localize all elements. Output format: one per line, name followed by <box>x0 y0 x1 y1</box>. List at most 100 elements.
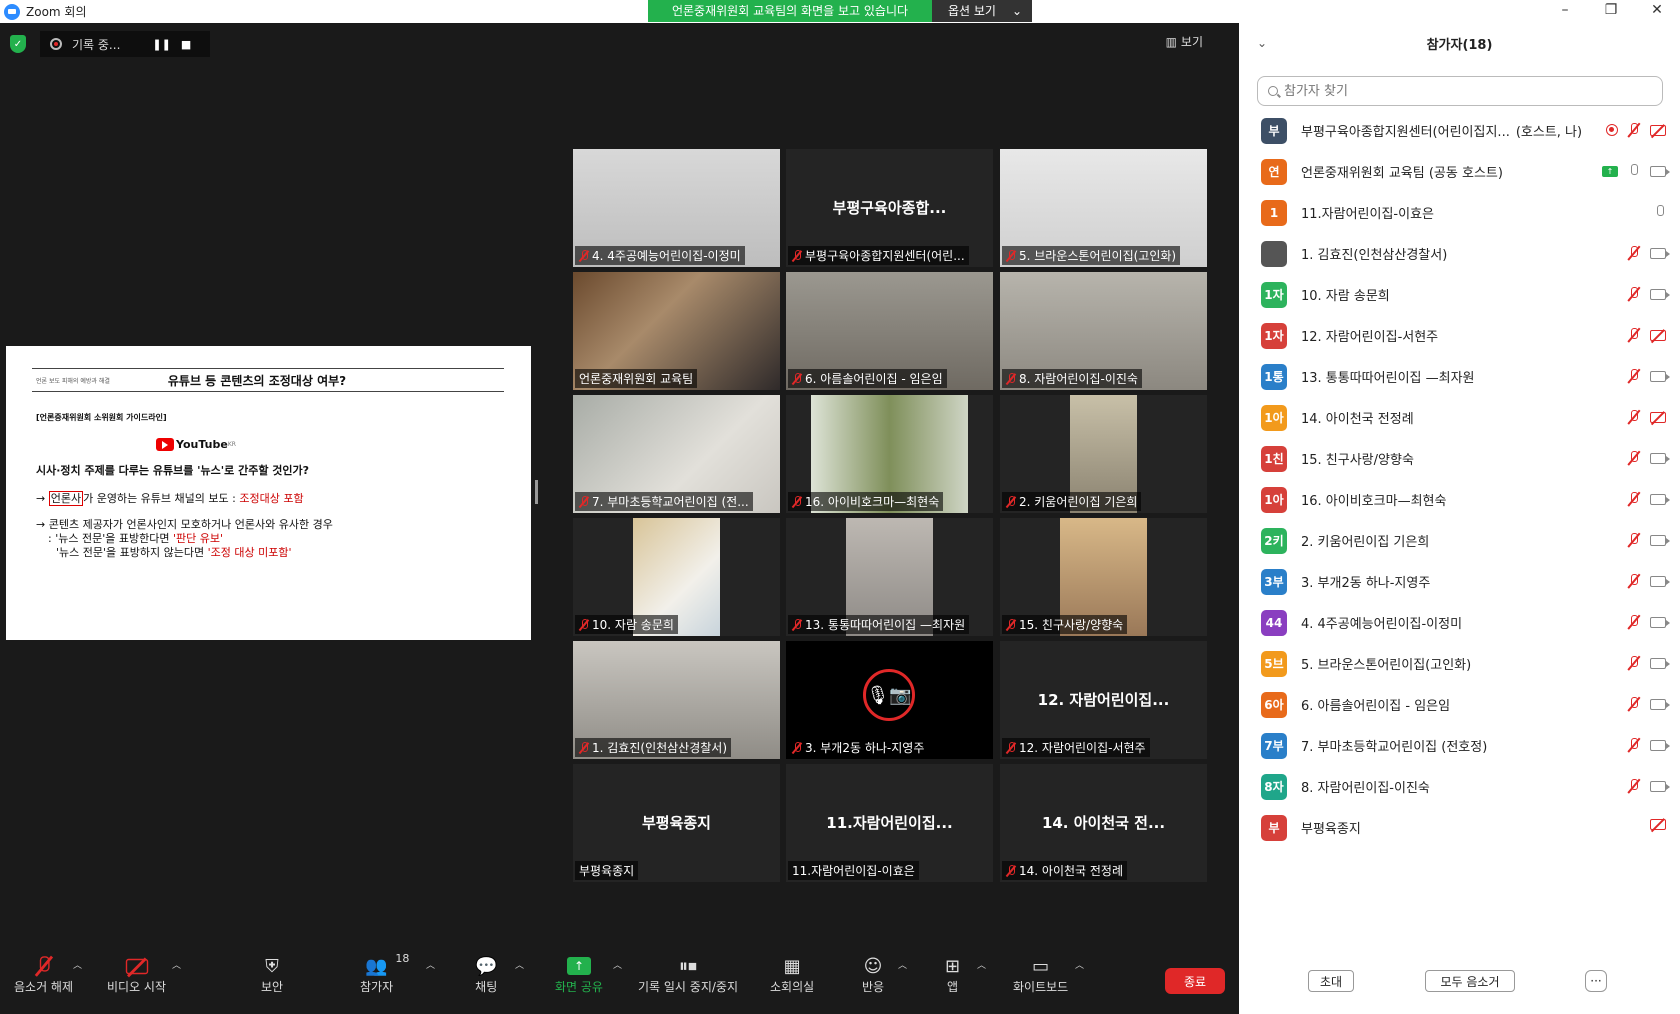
video-tile[interactable]: 🎙📷 3. 부개2동 하나-지영주 <box>786 641 993 759</box>
video-tile[interactable]: 10. 자람 송문희 <box>573 518 780 636</box>
end-meeting-button[interactable]: 종료 <box>1165 968 1225 994</box>
participant-row[interactable]: 1 11.자람어린이집-이효은 <box>1239 192 1680 233</box>
video-tile[interactable]: 1. 김효진(인천삼산경찰서) <box>573 641 780 759</box>
pause-recording-button[interactable]: ❚❚ <box>152 38 170 51</box>
video-options-caret[interactable]: ︿ <box>172 958 181 971</box>
participant-row[interactable]: 1자 10. 자람 송문희 <box>1239 274 1680 315</box>
video-tile[interactable]: 부평육종지 부평육종지 <box>573 764 780 882</box>
audio-options-caret[interactable]: ︿ <box>73 958 82 971</box>
video-tile[interactable]: 16. 아이비호크마—최현숙 <box>786 395 993 513</box>
reactions-caret[interactable]: ︿ <box>898 958 907 971</box>
video-tile[interactable]: 8. 자람어린이집-이진숙 <box>1000 272 1207 390</box>
participant-name: 1. 김효진(인천삼산경찰서) <box>1301 248 1448 263</box>
reactions-button[interactable]: ☺ 반응 <box>862 954 884 995</box>
participant-search[interactable] <box>1257 76 1663 106</box>
video-tile[interactable]: 언론중재위원회 교육팀 <box>573 272 780 390</box>
share-screen-button[interactable]: ↑ 화면 공유 <box>555 954 603 995</box>
youtube-wordmark: YouTube <box>176 438 228 451</box>
participant-row[interactable]: 1. 김효진(인천삼산경찰서) <box>1239 233 1680 274</box>
video-tile[interactable]: 12. 자람어린이집... 12. 자람어린이집-서현주 <box>1000 641 1207 759</box>
muted-mic-icon <box>579 249 589 262</box>
share-banner-message: 언론중재위원회 교육팀의 화면을 보고 있습니다 <box>648 0 932 22</box>
avatar: 2키 <box>1261 527 1287 554</box>
participant-name: 10. 자람 송문희 <box>1301 289 1390 304</box>
whiteboard-caret[interactable]: ︿ <box>1075 958 1084 971</box>
participant-name: 언론중재위원회 교육팀 (공동 호스트) <box>1301 166 1503 181</box>
pause-stop-icon: ⏸⏹ <box>679 955 697 977</box>
participant-name: 4. 4주공예능어린이집-이정미 <box>1301 617 1463 632</box>
muted-mic-icon <box>1006 741 1016 754</box>
participant-status-icons <box>1628 778 1670 794</box>
tile-name-text: 부평육종지 <box>579 864 635 878</box>
video-tile[interactable]: 6. 아름솔어린이집 - 임은임 <box>786 272 993 390</box>
participant-status-icons <box>1654 204 1666 220</box>
participant-row[interactable]: 1통 13. 통통따따어린이집 —최자원 <box>1239 356 1680 397</box>
minimize-button[interactable]: – <box>1542 0 1588 23</box>
participant-status-icons <box>1628 409 1666 425</box>
meeting-toolbar: 음소거 해제 ︿ 비디오 시작 ︿ ⛨ 보안 👥 18 참가자 ︿ 💬 채팅 ︿ … <box>0 944 1239 1014</box>
more-options-button[interactable]: ··· <box>1585 970 1607 992</box>
video-tile[interactable]: 부평구육아종합... 부평구육아종합지원센터(어린... <box>786 149 993 267</box>
participant-row[interactable]: 8자 8. 자람어린이집-이진숙 <box>1239 766 1680 807</box>
participant-row[interactable]: 1친 15. 친구사랑/양향숙 <box>1239 438 1680 479</box>
participant-row[interactable]: 부 부평구육아종합지원센터(어린이집지... (호스트, 나) <box>1239 110 1680 151</box>
stop-recording-button[interactable]: ■ <box>181 38 191 51</box>
participant-row[interactable]: 1아 14. 아이천국 전정례 <box>1239 397 1680 438</box>
participant-row[interactable]: 44 4. 4주공예능어린이집-이정미 <box>1239 602 1680 643</box>
participants-caret[interactable]: ︿ <box>426 958 435 971</box>
split-drag-handle[interactable] <box>535 480 538 504</box>
share-options-caret[interactable]: ︿ <box>613 958 622 971</box>
tile-display-name: 14. 아이천국 전... <box>1041 814 1166 832</box>
video-tile[interactable]: 2. 키움어린이집 기은희 <box>1000 395 1207 513</box>
share-screen-icon-wrap: ↑ <box>566 954 591 978</box>
participant-row[interactable]: 연 언론중재위원회 교육팀 (공동 호스트) ↑ <box>1239 151 1680 192</box>
breakout-rooms-button[interactable]: ▦ 소회의실 <box>770 954 814 995</box>
whiteboard-button[interactable]: ▭ 화이트보드 <box>1013 954 1068 995</box>
participant-row[interactable]: 7부 7. 부마초등학교어린이집 (전호정) <box>1239 725 1680 766</box>
participant-row[interactable]: 2키 2. 키움어린이집 기은희 <box>1239 520 1680 561</box>
chat-button[interactable]: 💬 채팅 <box>475 954 497 995</box>
apps-caret[interactable]: ︿ <box>977 958 986 971</box>
view-button[interactable]: ▥ 보기 <box>1166 33 1203 50</box>
participant-row[interactable]: 1자 12. 자람어린이집-서현주 <box>1239 315 1680 356</box>
muted-mic-icon <box>1006 372 1016 385</box>
encryption-shield-icon[interactable]: ✓ <box>10 35 26 53</box>
avatar: 6아 <box>1261 691 1287 718</box>
video-tile[interactable]: 15. 친구사랑/양향숙 <box>1000 518 1207 636</box>
chat-caret[interactable]: ︿ <box>515 958 524 971</box>
video-tile[interactable]: 13. 통통따따어린이집 —최자원 <box>786 518 993 636</box>
pause-stop-record-button[interactable]: ⏸⏹ 기록 일시 중지/중지 <box>638 954 738 995</box>
window-controls: – ❐ ✕ <box>1542 0 1680 23</box>
video-tile[interactable]: 14. 아이천국 전... 14. 아이천국 전정례 <box>1000 764 1207 882</box>
video-tile[interactable]: 11.자람어린이집... 11.자람어린이집-이효은 <box>786 764 993 882</box>
participants-panel-title: 참가자(18) <box>1426 38 1493 53</box>
invite-button[interactable]: 초대 <box>1308 970 1354 992</box>
tile-name-text: 16. 아이비호크마—최현숙 <box>805 495 940 509</box>
participant-status-icons <box>1628 614 1670 630</box>
unmute-button[interactable]: 음소거 해제 <box>14 954 73 995</box>
view-options-button[interactable]: 옵션 보기 ⌄ <box>932 0 1032 22</box>
participant-search-input[interactable] <box>1284 83 1644 99</box>
video-tile[interactable]: 4. 4주공예능어린이집-이정미 <box>573 149 780 267</box>
participant-row[interactable]: 5브 5. 브라운스톤어린이집(고인화) <box>1239 643 1680 684</box>
tile-name-text: 14. 아이천국 전정례 <box>1019 864 1123 878</box>
video-tile[interactable]: 7. 부마초등학교어린이집 (전... <box>573 395 780 513</box>
start-video-button[interactable]: 비디오 시작 <box>107 954 166 995</box>
participant-row[interactable]: 3부 3. 부개2동 하나-지영주 <box>1239 561 1680 602</box>
participant-row[interactable]: 6아 6. 아름솔어린이집 - 임은임 <box>1239 684 1680 725</box>
restore-button[interactable]: ❐ <box>1588 0 1634 23</box>
apps-button[interactable]: ⊞ 앱 <box>945 954 960 995</box>
security-button[interactable]: ⛨ 보안 <box>261 954 283 995</box>
video-tile[interactable]: 5. 브라운스톤어린이집(고인화) <box>1000 149 1207 267</box>
zoom-logo-icon <box>4 3 20 20</box>
participant-row[interactable]: 1아 16. 아이비호크마—최현숙 <box>1239 479 1680 520</box>
youtube-logo: YouTube KR <box>156 438 236 451</box>
tile-name-label: 4. 4주공예능어린이집-이정미 <box>575 246 745 265</box>
sub-2-text: '뉴스 전문'을 표방하지 않는다면 <box>56 546 208 559</box>
tile-display-name: 부평육종지 <box>641 814 711 832</box>
mute-all-button[interactable]: 모두 음소거 <box>1425 970 1515 992</box>
participant-row[interactable]: 부 부평육종지 <box>1239 807 1680 848</box>
close-button[interactable]: ✕ <box>1634 0 1680 23</box>
participant-name: 부평구육아종합지원센터(어린이집지... <box>1301 125 1510 140</box>
participants-button[interactable]: 👥 18 참가자 <box>360 952 409 995</box>
